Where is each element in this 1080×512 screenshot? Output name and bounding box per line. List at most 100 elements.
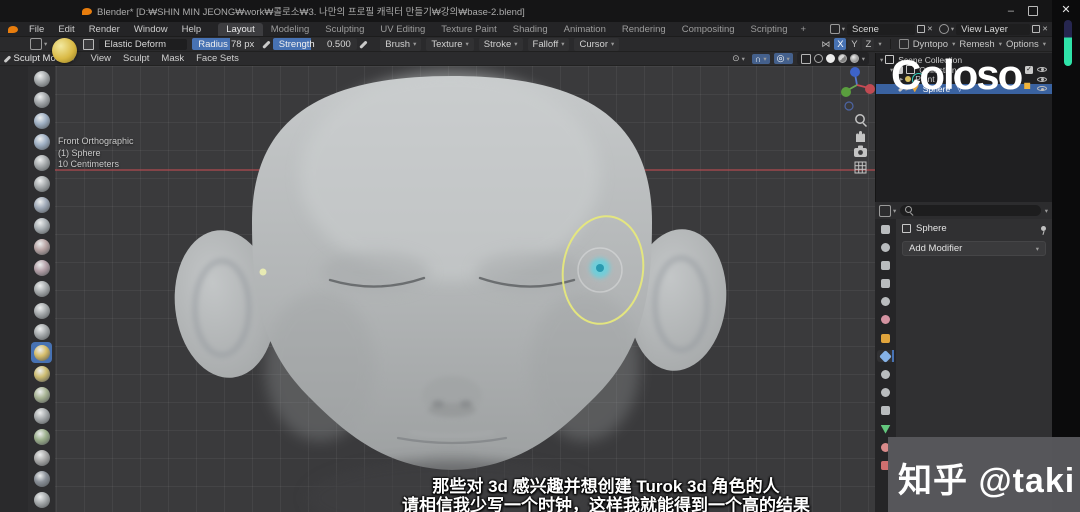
tab-animation[interactable]: Animation [556,23,614,36]
brush-small-icon[interactable] [83,38,95,50]
brush-blob[interactable] [31,195,52,216]
tab-scripting[interactable]: Scripting [743,23,796,36]
tab-sculpting[interactable]: Sculpting [317,23,372,36]
pan-hand-icon[interactable] [856,131,865,142]
player-close-button[interactable]: ✕ [1052,3,1080,16]
radius-pressure-icon[interactable] [262,39,271,49]
tab-shading[interactable]: Shading [505,23,556,36]
shading-material-icon[interactable] [837,54,847,63]
menu-render[interactable]: Render [82,24,127,35]
brush-scrape[interactable] [31,300,52,321]
properties-tab-constraints[interactable] [877,405,894,417]
pivot-point-button[interactable]: ⊙ ▾ [729,53,748,64]
viewport-menu-view[interactable]: View [85,53,117,64]
shading-solid-icon[interactable] [825,54,835,63]
brush-mask[interactable] [31,490,52,511]
gizmo-x-axis[interactable] [865,84,875,94]
tab-layout[interactable]: Layout [218,22,263,36]
menu-help[interactable]: Help [175,24,209,35]
brush-fill[interactable] [31,279,52,300]
brush-grab[interactable] [31,321,52,342]
properties-filter-caret-icon[interactable]: ▾ [1045,207,1048,215]
gizmo-neg-axis[interactable] [844,101,854,111]
properties-tab-modifiers[interactable] [877,349,894,363]
scene-name-field[interactable]: Scene [846,23,915,35]
remesh-button[interactable]: Remesh [959,39,994,50]
brush-crease[interactable] [31,216,52,237]
menu-window[interactable]: Window [127,24,175,35]
brush-preview-thumbnail[interactable] [52,38,77,63]
brush-pose[interactable] [31,406,52,427]
camera-view-icon[interactable] [854,145,867,158]
brush-inflate[interactable] [31,173,52,194]
mirror-z-toggle[interactable]: Z [862,38,875,50]
new-scene-icon[interactable] [916,25,925,33]
properties-tab-object[interactable] [877,332,894,344]
dyntopo-checkbox[interactable] [898,39,909,49]
strength-slider[interactable]: Strength 0.500 [272,38,357,50]
brush-elastic-deform[interactable] [31,342,52,364]
gizmo-z-axis[interactable] [850,67,860,77]
brush-clay-strips[interactable] [31,131,52,152]
mirror-y-toggle[interactable]: Y [848,38,861,50]
gizmo-y-axis[interactable] [841,87,851,97]
strength-pressure-icon[interactable] [358,39,368,49]
visibility-eye-icon[interactable] [1037,84,1047,93]
tab-rendering[interactable]: Rendering [614,23,674,36]
properties-tab-scene[interactable] [877,296,894,308]
brush-smooth[interactable] [31,237,52,258]
brush-popover[interactable]: Brush ▾ [380,37,422,51]
brush-flatten[interactable] [31,258,52,279]
volume-slider[interactable] [1064,20,1072,66]
navigation-gizmo[interactable] [841,67,875,111]
menu-file[interactable]: File [22,24,51,35]
brush-rotate[interactable] [31,448,52,469]
pin-icon[interactable] [1041,226,1046,231]
texture-popover[interactable]: Texture ▾ [426,37,474,51]
visibility-eye-icon[interactable] [1037,75,1047,84]
properties-tab-view-layer[interactable] [877,278,894,290]
properties-tab-render[interactable] [877,241,894,253]
properties-tab-world[interactable] [877,314,894,326]
brush-layer[interactable] [31,152,52,173]
scene-selector-icon[interactable] [829,24,840,34]
viewport-menu-mask[interactable]: Mask [155,53,190,64]
properties-tab-physics[interactable] [877,387,894,399]
brush-clay[interactable] [31,110,52,131]
menu-edit[interactable]: Edit [51,24,81,35]
radius-slider[interactable]: Radius 78 px [192,38,261,50]
mirror-x-toggle[interactable]: X [834,38,847,50]
falloff-popover[interactable]: Falloff ▾ [527,37,570,51]
shading-wireframe-icon[interactable] [813,54,823,63]
viewport-menu-face-sets[interactable]: Face Sets [190,53,245,64]
tab-texture-paint[interactable]: Texture Paint [433,23,504,36]
unlink-scene-icon[interactable]: ✕ [927,25,933,33]
3d-viewport[interactable]: Front Orthographic (1) Sphere 10 Centimete… [0,66,875,512]
minimize-button[interactable]: – [1008,5,1014,17]
new-view-layer-icon[interactable] [1032,25,1041,33]
properties-breadcrumb[interactable]: Sphere [916,223,947,234]
view-layer-icon[interactable] [938,24,949,34]
properties-tab-object-data[interactable] [877,423,894,435]
cursor-popover[interactable]: Cursor ▾ [574,37,620,51]
viewport-menu-sculpt[interactable]: Sculpt [117,53,155,64]
tab-modeling[interactable]: Modeling [263,23,318,36]
maximize-button[interactable] [1028,6,1038,16]
stroke-popover[interactable]: Stroke ▾ [478,37,523,51]
expander-icon[interactable]: ▾ [880,56,883,64]
properties-editor-icon[interactable] [879,204,891,217]
grid-ortho-icon[interactable] [854,161,867,174]
shading-rendered-icon[interactable] [849,54,859,63]
visibility-eye-icon[interactable] [1037,65,1047,74]
brush-snake-hook[interactable] [31,363,52,384]
zoom-tool-icon[interactable] [855,114,868,128]
properties-search-input[interactable] [900,205,1041,216]
dyntopo-label[interactable]: Dyntopo [913,39,948,50]
properties-tab-tool[interactable] [877,223,894,235]
properties-tab-particles[interactable] [877,369,894,381]
remove-view-layer-icon[interactable]: ✕ [1042,25,1048,33]
tab-uv-editing[interactable]: UV Editing [372,23,433,36]
brush-nudge[interactable] [31,427,52,448]
properties-tab-output[interactable] [877,259,894,271]
xray-toggle-icon[interactable] [800,53,811,64]
